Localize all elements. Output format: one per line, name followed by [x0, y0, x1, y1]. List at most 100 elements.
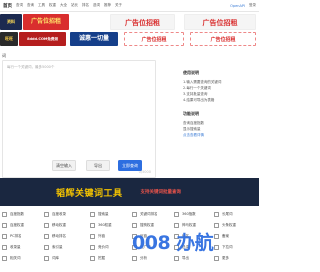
checkbox[interactable] — [132, 212, 137, 217]
tool-option[interactable]: 头条权重 — [214, 223, 236, 228]
tool-option-label: PC排名 — [10, 234, 22, 238]
nav-link-4[interactable]: 权重 — [49, 3, 56, 8]
tool-option[interactable]: 备案 — [214, 234, 229, 239]
tool-option[interactable]: 移动排名 — [44, 234, 66, 239]
help-title: 使用说明 — [183, 70, 199, 75]
checkbox[interactable] — [2, 212, 7, 217]
checkbox[interactable] — [44, 234, 49, 239]
tool-option[interactable]: 外链 — [90, 234, 105, 239]
ad-slot-1[interactable]: 资料 — [0, 14, 22, 30]
checkbox[interactable] — [90, 256, 95, 261]
top-nav-bar: 首页 查词 查询 工具 权重 大全 站长 排名 选词 推荐 关于 OpenAPI… — [0, 0, 259, 12]
ad-slot-7[interactable]: 诚惠一切量 — [70, 32, 118, 46]
tool-option[interactable]: 收录量 — [2, 245, 21, 250]
checkbox[interactable] — [214, 256, 219, 261]
checkbox[interactable] — [90, 223, 95, 228]
checkbox[interactable] — [214, 212, 219, 217]
tool-option-label: 搜索量 — [98, 212, 109, 216]
tool-option-label: 词库 — [52, 256, 59, 260]
checkbox[interactable] — [2, 223, 7, 228]
ad-slot-3[interactable]: 广告位招租 — [110, 14, 175, 30]
checkbox[interactable] — [2, 234, 7, 239]
tool-option[interactable]: 搜索量 — [90, 212, 109, 217]
checkbox[interactable] — [90, 234, 95, 239]
ad-slot-text: 8ddd.COM免费测 — [27, 37, 58, 41]
tool-option-label: 分析 — [140, 256, 147, 260]
banner-title: 韬辉关键词工具 — [56, 188, 123, 199]
tool-option[interactable]: 词库 — [44, 256, 59, 261]
checkbox[interactable] — [44, 256, 49, 261]
tool-option[interactable]: 长尾词 — [214, 212, 233, 217]
nav-link-1[interactable]: 查词 — [16, 3, 23, 8]
checkbox[interactable] — [44, 212, 49, 217]
watermark-overlay: 008 办航 — [132, 232, 214, 254]
checkbox[interactable] — [214, 223, 219, 228]
tool-option[interactable]: 导出 — [174, 256, 189, 261]
tool-option[interactable]: 索引量 — [44, 245, 63, 250]
tool-option[interactable]: 百度权重 — [2, 223, 24, 228]
checkbox[interactable] — [214, 234, 219, 239]
tool-option-label: 下拉词 — [222, 245, 233, 249]
ad-slot-2[interactable]: 广告位招租 — [23, 14, 69, 30]
openapi-link[interactable]: OpenAPI — [230, 4, 245, 8]
tool-option[interactable]: 百度收录 — [44, 212, 66, 217]
tool-option-label: 百度收录 — [52, 212, 66, 216]
tool-option[interactable]: 移动权重 — [44, 223, 66, 228]
checkbox[interactable] — [44, 245, 49, 250]
tool-option[interactable]: 关键词排名 — [132, 212, 158, 217]
tool-grid: 百度指数 百度收录 搜索量 关键词排名 360指数 长尾词 百度权重 移动权重 360权重 搜狗权… — [0, 212, 259, 272]
tool-option[interactable]: PC排名 — [2, 234, 22, 239]
tool-option[interactable]: 百度指数 — [2, 212, 24, 217]
tool-option[interactable]: 更多 — [214, 256, 229, 261]
tool-option[interactable]: 相关词 — [2, 256, 21, 261]
tool-option-label: 挖掘 — [98, 256, 105, 260]
tool-option-label: 百度指数 — [10, 212, 24, 216]
ad-slot-5[interactable]: 旺旺 — [0, 32, 18, 46]
checkbox[interactable] — [132, 256, 137, 261]
ad-slot-text: 广告位招租 — [210, 37, 236, 43]
nav-link-5[interactable]: 大全 — [60, 3, 67, 8]
checkbox[interactable] — [90, 212, 95, 217]
clear-button[interactable]: 清空输入 — [52, 160, 76, 171]
checkbox[interactable] — [214, 245, 219, 250]
tool-option-label: 百度权重 — [10, 223, 24, 227]
checkbox[interactable] — [174, 212, 179, 217]
tool-option[interactable]: 360指数 — [174, 212, 196, 217]
tool-option-label: 360权重 — [98, 223, 112, 227]
ad-slot-9[interactable]: 广告位招租 — [190, 32, 256, 46]
checkbox[interactable] — [90, 245, 95, 250]
nav-link-8[interactable]: 选词 — [93, 3, 100, 8]
tool-option-label: 收录量 — [10, 245, 21, 249]
ad-slot-8[interactable]: 广告位招租 — [124, 32, 184, 46]
tool-option[interactable]: 挖掘 — [90, 256, 105, 261]
site-logo[interactable]: 首页 — [3, 3, 12, 9]
login-link[interactable]: 登录 — [249, 3, 256, 8]
checkbox[interactable] — [44, 223, 49, 228]
promo-banner[interactable]: 韬辉关键词工具 支持关键词批量查询 — [0, 178, 259, 206]
help-line: 4.结果可导出为表格 — [183, 98, 215, 102]
tool-option[interactable]: 下拉词 — [214, 245, 233, 250]
checkbox[interactable] — [174, 256, 179, 261]
ad-slot-4[interactable]: 广告位招租 — [184, 14, 256, 30]
textarea-placeholder: 每行一个关键词，最多5000个 — [7, 65, 55, 69]
nav-link-9[interactable]: 推荐 — [104, 3, 111, 8]
tool-option[interactable]: 360权重 — [90, 223, 112, 228]
tip-line[interactable]: 点击查看详情 — [183, 132, 258, 138]
ad-strip: 资料 广告位招租 广告位招租 广告位招租 旺旺 8ddd.COM免费测 诚惠一切… — [0, 12, 259, 48]
export-button[interactable]: 导出 — [86, 160, 110, 171]
ad-slot-text: 广告位招租 — [30, 18, 61, 25]
nav-link-10[interactable]: 关于 — [115, 3, 122, 8]
nav-link-7[interactable]: 排名 — [82, 3, 89, 8]
help-panel: 使用说明 1.输入需要查询的关键词 2.每行一个关键词 3.支持批量查询 4.结… — [183, 70, 258, 138]
ad-slot-text: 广告位招租 — [141, 37, 167, 43]
tool-option[interactable]: 竞价词 — [90, 245, 109, 250]
nav-link-3[interactable]: 工具 — [38, 3, 45, 8]
nav-link-6[interactable]: 站长 — [71, 3, 78, 8]
tool-option[interactable]: 分析 — [132, 256, 147, 261]
nav-link-2[interactable]: 查询 — [27, 3, 34, 8]
checkbox[interactable] — [2, 245, 7, 250]
submit-button[interactable]: 立即查询 — [118, 160, 142, 171]
ad-slot-6[interactable]: 8ddd.COM免费测 — [19, 32, 66, 46]
tool-option-label: 移动权重 — [52, 223, 66, 227]
checkbox[interactable] — [2, 256, 7, 261]
